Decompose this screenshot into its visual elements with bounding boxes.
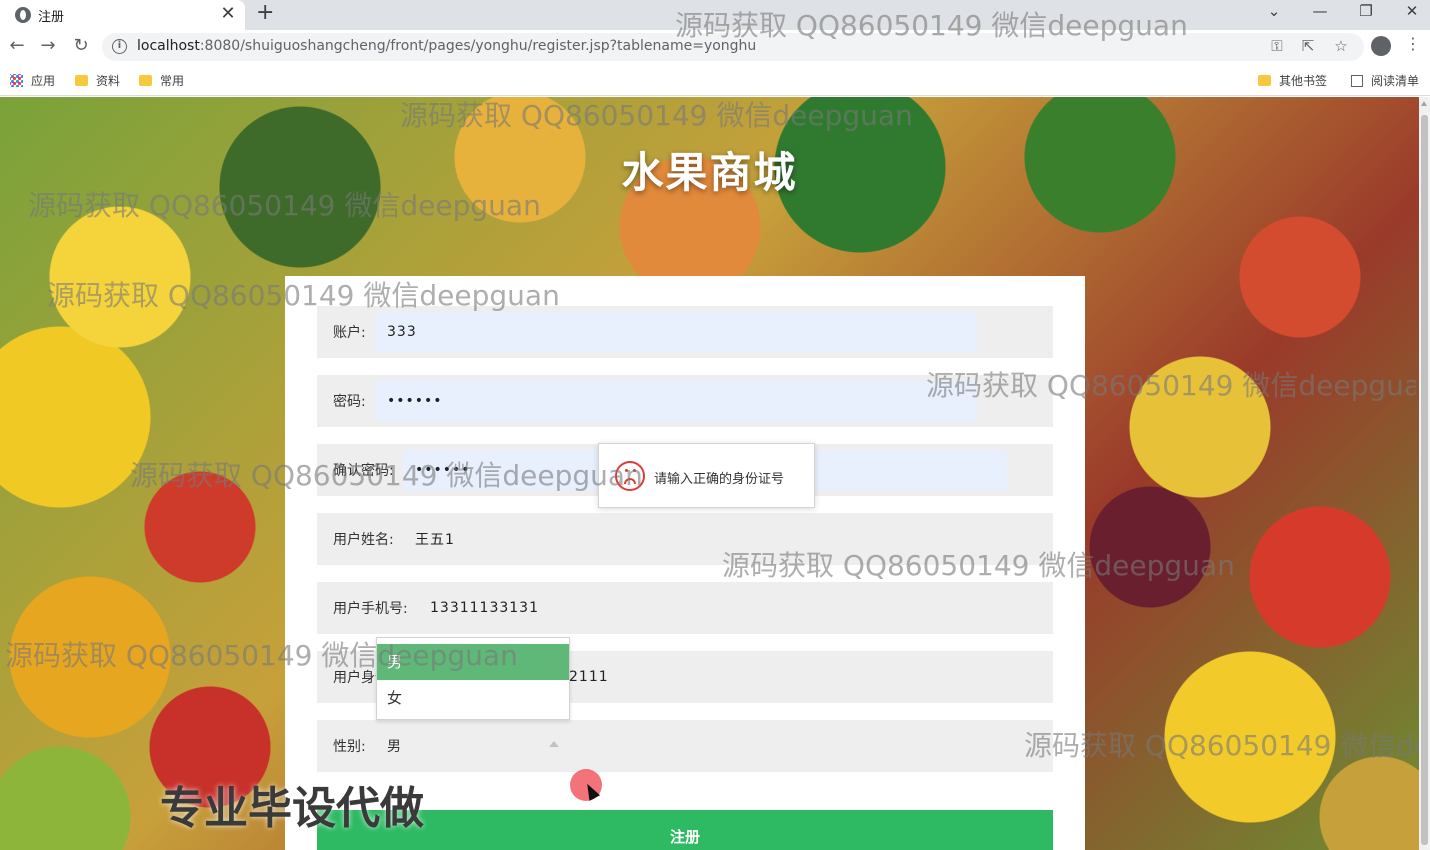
gender-option-female[interactable]: 女 bbox=[377, 680, 569, 716]
key-icon[interactable]: ⚿ bbox=[1267, 37, 1287, 55]
name-input[interactable] bbox=[403, 519, 1023, 559]
account-input[interactable] bbox=[375, 312, 977, 352]
restore-button[interactable]: ❐ bbox=[1356, 2, 1376, 20]
scroll-thumb[interactable] bbox=[1421, 115, 1428, 845]
browser-tab[interactable]: 注册 ✕ bbox=[0, 0, 245, 30]
gender-dropdown: 男 女 bbox=[376, 637, 570, 720]
password-label: 密码: bbox=[333, 394, 366, 410]
phone-label: 用户手机号: bbox=[333, 601, 408, 617]
name-label: 用户姓名: bbox=[333, 532, 394, 548]
bookmarks-bar: 应用 资料 常用 其他书签 阅读清单 bbox=[0, 64, 1430, 96]
gender-row: 性别: 男 bbox=[317, 720, 1053, 772]
tab-search-icon[interactable]: ⌄ bbox=[1264, 2, 1284, 20]
gender-option-male[interactable]: 男 bbox=[377, 644, 569, 680]
back-arrow-icon[interactable]: ← bbox=[7, 35, 27, 56]
gender-select[interactable]: 男 bbox=[387, 736, 401, 756]
reading-list[interactable]: 阅读清单 bbox=[1351, 72, 1419, 89]
info-icon[interactable]: i bbox=[112, 39, 127, 54]
globe-icon bbox=[15, 7, 31, 23]
register-button[interactable]: 注册 bbox=[317, 810, 1053, 850]
reload-icon[interactable]: ↻ bbox=[71, 35, 91, 56]
browser-toolbar: ← → ↻ i localhost:8080/shuiguoshangcheng… bbox=[0, 30, 1430, 64]
account-row: 账户: bbox=[317, 306, 1053, 358]
phone-input[interactable] bbox=[418, 588, 1028, 628]
apps-grid-icon bbox=[10, 74, 23, 87]
password-input[interactable] bbox=[375, 381, 977, 421]
gender-label: 性别: bbox=[333, 739, 366, 755]
menu-dots-icon[interactable]: ⋮ bbox=[1405, 34, 1421, 53]
account-label: 账户: bbox=[333, 325, 366, 341]
confirm-password-label: 确认密码: bbox=[333, 463, 394, 479]
caret-up-icon[interactable] bbox=[549, 741, 559, 747]
folder-icon bbox=[1258, 75, 1271, 86]
close-window-button[interactable]: ✕ bbox=[1402, 2, 1422, 20]
profile-avatar-icon[interactable] bbox=[1371, 36, 1391, 56]
star-icon[interactable]: ☆ bbox=[1331, 37, 1351, 55]
id-card-input[interactable] bbox=[557, 657, 1027, 697]
share-icon[interactable]: ⇱ bbox=[1298, 37, 1318, 55]
folder-icon bbox=[75, 75, 88, 86]
browser-tab-bar: 注册 ✕ + ⌄ — ❐ ✕ bbox=[0, 0, 1430, 30]
bookmark-apps[interactable]: 应用 bbox=[10, 72, 55, 89]
phone-row: 用户手机号: bbox=[317, 582, 1053, 634]
register-form: 账户: 密码: 确认密码: 用户姓名: 用户手机号: 用户身份证: 性别: 男 bbox=[285, 276, 1085, 850]
error-toast: 请输入正确的身份证号 bbox=[598, 443, 815, 508]
new-tab-button[interactable]: + bbox=[256, 0, 274, 25]
forward-arrow-icon[interactable]: → bbox=[38, 35, 58, 56]
bookmark-other[interactable]: 其他书签 bbox=[1258, 72, 1327, 89]
url-text[interactable]: localhost:8080/shuiguoshangcheng/front/p… bbox=[137, 38, 756, 54]
address-bar[interactable]: i localhost:8080/shuiguoshangcheng/front… bbox=[102, 33, 1364, 61]
sad-face-icon bbox=[615, 461, 645, 491]
bookmark-folder-common[interactable]: 常用 bbox=[139, 72, 184, 89]
scroll-up-icon[interactable] bbox=[1421, 101, 1427, 106]
reading-list-icon bbox=[1351, 75, 1363, 87]
toast-message: 请输入正确的身份证号 bbox=[654, 472, 785, 487]
page-scrollbar[interactable] bbox=[1419, 97, 1430, 850]
folder-icon bbox=[139, 75, 152, 86]
minimize-button[interactable]: — bbox=[1310, 2, 1330, 20]
promo-text: 专业毕设代做 bbox=[160, 783, 424, 834]
tab-close-icon[interactable]: ✕ bbox=[218, 3, 238, 24]
tab-title: 注册 bbox=[38, 10, 65, 25]
bookmark-folder-materials[interactable]: 资料 bbox=[75, 72, 120, 89]
site-title: 水果商城 bbox=[621, 148, 798, 197]
name-row: 用户姓名: bbox=[317, 513, 1053, 565]
password-row: 密码: bbox=[317, 375, 1053, 427]
